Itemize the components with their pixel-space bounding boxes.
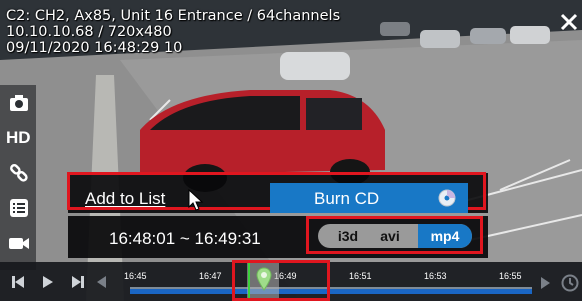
timeline-scroll-right-icon[interactable] (537, 275, 553, 291)
format-i3d-option[interactable]: i3d (328, 224, 368, 248)
mouse-cursor-icon (188, 188, 206, 211)
camera-icon[interactable] (8, 93, 30, 113)
camera-title: C2: CH2, Ax85, Unit 16 Entrance / 64chan… (6, 8, 341, 24)
camera-info-overlay: C2: CH2, Ax85, Unit 16 Entrance / 64chan… (6, 8, 340, 56)
timeline-tick-label: 16:51 (349, 271, 372, 281)
cd-icon (438, 189, 456, 207)
skip-to-end-icon[interactable] (70, 274, 86, 290)
hd-icon[interactable]: HD (6, 128, 31, 148)
format-mp4-option[interactable]: mp4 (418, 224, 472, 248)
link-icon[interactable] (8, 163, 30, 183)
camera-address-resolution: 10.10.10.68 / 720x480 (6, 24, 172, 40)
burn-cd-button[interactable]: Burn CD (270, 183, 468, 213)
clock-icon[interactable] (561, 274, 579, 292)
list-icon[interactable] (8, 198, 30, 218)
add-to-list-link[interactable]: Add to List (85, 189, 165, 209)
play-icon[interactable] (40, 274, 56, 290)
close-icon[interactable] (560, 13, 578, 31)
timeline-tick-label: 16:47 (199, 271, 222, 281)
timeline-track[interactable] (130, 289, 532, 294)
timeline-tick-label: 16:45 (124, 271, 147, 281)
video-camera-icon[interactable] (8, 233, 30, 253)
timeline-tick-label: 16:53 (424, 271, 447, 281)
burn-cd-label: Burn CD (314, 189, 380, 208)
timeline-tick-label: 16:55 (499, 271, 522, 281)
format-selector: i3d avi mp4 (318, 224, 472, 248)
timeline-scroll-left-icon[interactable] (94, 274, 110, 290)
skip-to-start-icon[interactable] (10, 274, 26, 290)
export-time-range: 16:48:01 ~ 16:49:31 (109, 229, 261, 248)
timeline-highlight-box (232, 260, 330, 301)
camera-timestamp: 09/11/2020 16:48:29 10 (6, 40, 183, 56)
format-avi-option[interactable]: avi (368, 224, 412, 248)
